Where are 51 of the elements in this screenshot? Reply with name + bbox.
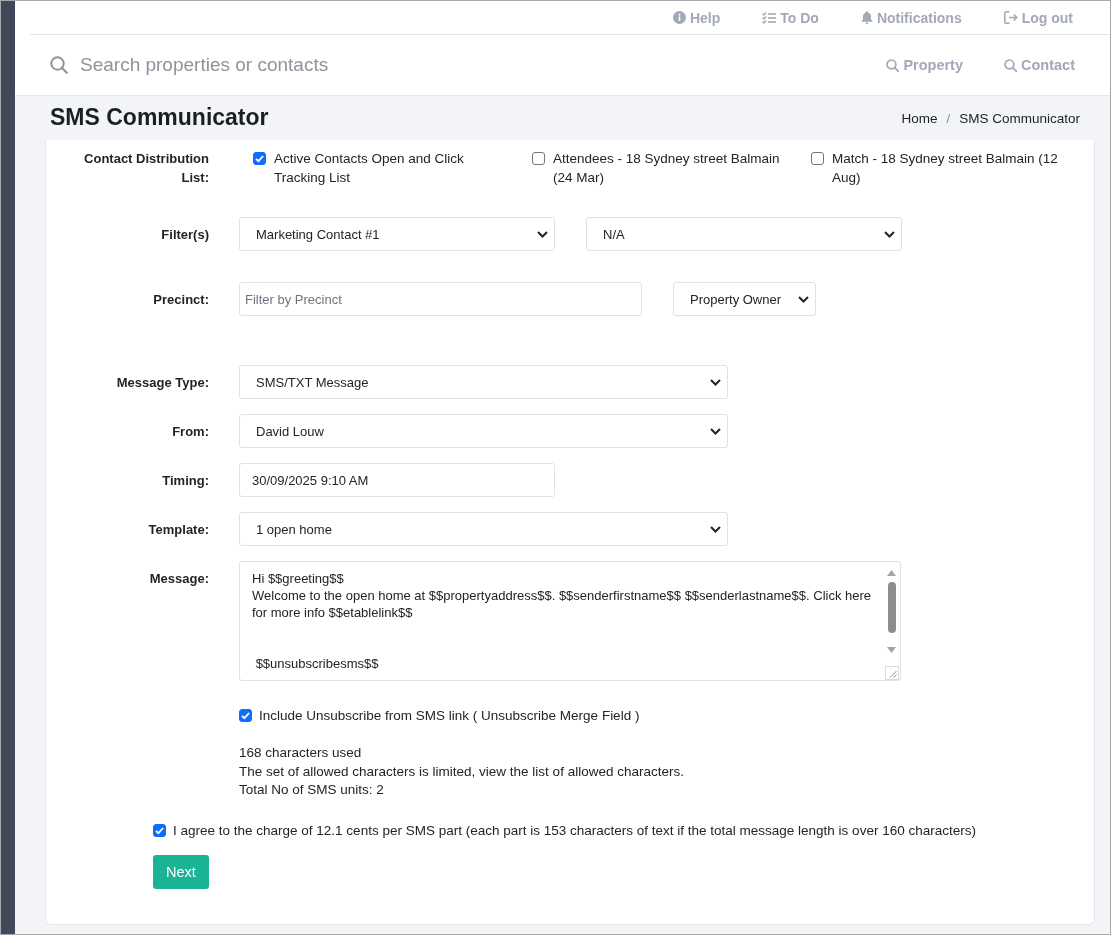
breadcrumb-current: SMS Communicator [959, 110, 1080, 126]
precinct-search-field[interactable]: Filter by Precinct [239, 282, 642, 316]
field-label: Precinct: [152, 291, 209, 307]
checkbox[interactable] [811, 152, 824, 165]
checkbox-label: Active Contacts Open and Click Tracking List [274, 150, 465, 187]
info-text: Total No of SMS units: 2 [239, 781, 384, 800]
chevron-down-icon [710, 378, 721, 386]
checkbox[interactable] [253, 152, 266, 165]
chevron-down-icon [710, 427, 721, 435]
checkbox[interactable] [532, 152, 545, 165]
checkbox[interactable] [239, 709, 252, 722]
page-title: SMS Communicator [50, 104, 269, 132]
info-text: The set of allowed characters is limited, view the list of allowed characters. [239, 762, 684, 781]
logout-icon [1003, 11, 1018, 24]
checklist-icon [762, 11, 777, 24]
search-icon [50, 56, 68, 74]
chevron-down-icon [537, 230, 548, 238]
field-label: Template: [147, 521, 209, 537]
breadcrumb-link[interactable]: Home [901, 110, 938, 126]
field-label: Timing: [161, 472, 209, 488]
dropdown-field[interactable]: 1 open home [239, 512, 728, 546]
checkbox[interactable] [153, 824, 166, 838]
field-label: Message: [148, 570, 209, 587]
bell-icon [860, 11, 873, 24]
search-icon [886, 58, 900, 72]
date-time-field[interactable]: 30/09/2025 9:10 AM [239, 463, 555, 497]
field-label: Contact Distribution List: [83, 150, 209, 187]
contact-type-dropdown[interactable]: Property Owner [673, 282, 816, 316]
scrollbar-thumb[interactable] [887, 582, 896, 633]
dropdown-field[interactable]: David Louw [239, 414, 728, 448]
resize-grip-icon[interactable] [884, 666, 899, 680]
up-arrow-icon[interactable] [887, 570, 896, 576]
checkbox-label: Include Unsubscribe from SMS link ( Unsubscribe Merge Field ) [259, 707, 640, 725]
chevron-down-icon [710, 525, 721, 533]
info-text: 168 characters used [239, 744, 362, 762]
breadcrumb-separator: / [946, 110, 951, 126]
info-icon [672, 11, 686, 24]
field-label: From: [171, 423, 209, 439]
checkbox-label: Attendees - 18 Sydney street Balmain (24 Mar) [553, 150, 781, 187]
message-field[interactable]: Hi $$greeting$$ Welcome to the open home at $$propertyaddress$$. $$senderfirstname$$ $$senderlastname$$. Click here for more info $$etablelink$$ $$unsubscribesms$$ [239, 561, 901, 681]
chevron-down-icon [798, 295, 809, 303]
filter-dropdown[interactable]: N/A [586, 217, 902, 251]
field-label: Message Type: [115, 374, 209, 390]
field-label: Filter(s) [160, 226, 209, 242]
filter-dropdown[interactable]: Marketing Contact #1 [239, 217, 555, 251]
dropdown-field[interactable]: SMS/TXT Message [239, 365, 728, 399]
search-icon [1004, 58, 1017, 72]
down-arrow-icon[interactable] [887, 647, 896, 653]
checkbox-label: Match - 18 Sydney street Balmain (12 Aug) [832, 150, 1059, 187]
chevron-down-icon [884, 230, 895, 238]
checkbox-label: I agree to the charge of 12.1 cents per SMS part (each part is 153 characters of text if the total message length is over 160 characters) [173, 822, 976, 841]
